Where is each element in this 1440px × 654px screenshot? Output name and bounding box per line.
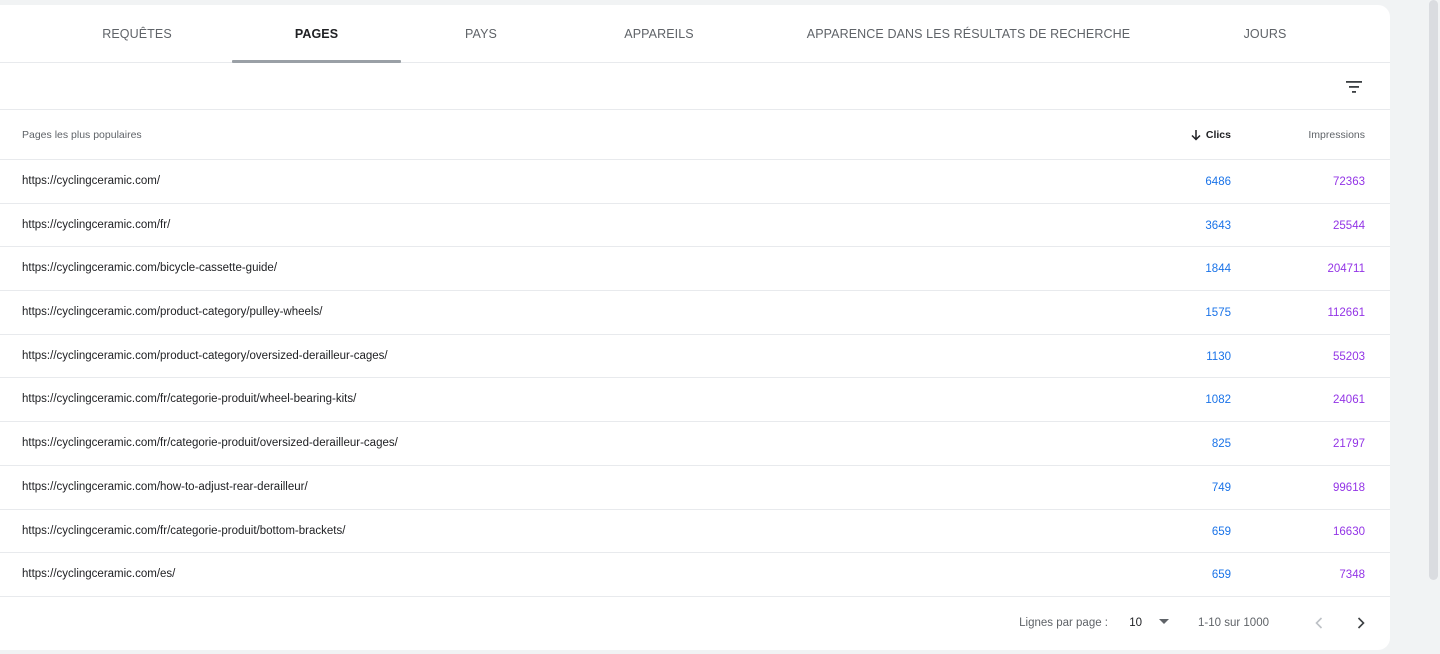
- table-row: https://cyclingceramic.com/how-to-adjust…: [0, 466, 1390, 510]
- table-row: https://cyclingceramic.com/product-categ…: [0, 335, 1390, 379]
- table-row: https://cyclingceramic.com/fr/categorie-…: [0, 510, 1390, 554]
- page-url[interactable]: https://cyclingceramic.com/es/: [22, 568, 175, 580]
- tab-jours[interactable]: JOURS: [1205, 5, 1325, 63]
- filter-list-icon: [1346, 81, 1362, 93]
- table-row: https://cyclingceramic.com/es/ 659 7348: [0, 553, 1390, 597]
- table-row: https://cyclingceramic.com/ 6486 72363: [0, 160, 1390, 204]
- page-url[interactable]: https://cyclingceramic.com/fr/categorie-…: [22, 393, 356, 405]
- impressions-value: 24061: [1333, 394, 1365, 407]
- impressions-value: 204711: [1327, 263, 1365, 276]
- impressions-value: 25544: [1333, 219, 1365, 232]
- pagination-footer: Lignes par page : 10 1-10 sur 1000: [0, 598, 1390, 650]
- chevron-right-icon: [1357, 617, 1365, 629]
- page-url[interactable]: https://cyclingceramic.com/product-categ…: [22, 306, 322, 318]
- scrollbar-thumb[interactable]: [1429, 0, 1438, 580]
- table-header: Pages les plus populaires Clics Impressi…: [0, 110, 1390, 160]
- page-url[interactable]: https://cyclingceramic.com/how-to-adjust…: [22, 481, 308, 493]
- arrow-down-icon: [1191, 129, 1201, 141]
- column-header-pages: Pages les plus populaires: [22, 129, 142, 141]
- page-url[interactable]: https://cyclingceramic.com/: [22, 175, 160, 187]
- impressions-value: 112661: [1327, 307, 1365, 320]
- clics-value: 659: [1211, 569, 1231, 582]
- dropdown-caret-icon[interactable]: [1159, 619, 1169, 624]
- clics-value: 1575: [1205, 307, 1231, 320]
- tab-bar: REQUÊTES PAGES PAYS APPAREILS APPARENCE …: [0, 5, 1390, 63]
- clics-value: 825: [1211, 438, 1231, 451]
- clics-value: 659: [1211, 525, 1231, 538]
- pagination-range: 1-10 sur 1000: [1198, 617, 1269, 629]
- table-row: https://cyclingceramic.com/fr/categorie-…: [0, 378, 1390, 423]
- rows-per-page-label: Lignes par page :: [1019, 617, 1108, 629]
- impressions-value: 7348: [1339, 569, 1365, 582]
- page-scrollbar[interactable]: [1426, 0, 1440, 654]
- tab-appareils[interactable]: APPAREILS: [584, 5, 734, 63]
- clics-value: 6486: [1205, 176, 1231, 188]
- previous-page-button[interactable]: [1306, 610, 1332, 636]
- tab-pays[interactable]: PAYS: [416, 5, 546, 63]
- table-row: https://cyclingceramic.com/bicycle-casse…: [0, 247, 1390, 292]
- performance-card: REQUÊTES PAGES PAYS APPAREILS APPARENCE …: [0, 5, 1390, 650]
- clics-value: 749: [1211, 481, 1231, 494]
- table-row: https://cyclingceramic.com/product-categ…: [0, 291, 1390, 335]
- impressions-value: 55203: [1333, 350, 1365, 363]
- table-row: https://cyclingceramic.com/fr/categorie-…: [0, 422, 1390, 466]
- clics-value: 1082: [1205, 394, 1231, 407]
- column-header-impressions[interactable]: Impressions: [1308, 129, 1365, 141]
- tab-pages[interactable]: PAGES: [232, 5, 401, 63]
- impressions-value: 99618: [1333, 481, 1365, 494]
- filter-row: [0, 63, 1390, 110]
- page-url[interactable]: https://cyclingceramic.com/fr/categorie-…: [22, 437, 398, 449]
- clics-value: 3643: [1205, 219, 1231, 232]
- page-url[interactable]: https://cyclingceramic.com/fr/: [22, 219, 170, 231]
- clics-value: 1130: [1206, 350, 1231, 363]
- page-url[interactable]: https://cyclingceramic.com/fr/categorie-…: [22, 525, 345, 537]
- table-body: https://cyclingceramic.com/ 6486 72363 h…: [0, 160, 1390, 597]
- chevron-left-icon: [1315, 617, 1323, 629]
- clics-value: 1844: [1205, 263, 1231, 276]
- column-header-clics-label: Clics: [1205, 129, 1231, 141]
- impressions-value: 21797: [1333, 438, 1365, 451]
- column-header-clics[interactable]: Clics: [1191, 129, 1231, 141]
- tab-apparence[interactable]: APPARENCE DANS LES RÉSULTATS DE RECHERCH…: [800, 5, 1137, 63]
- page-url[interactable]: https://cyclingceramic.com/bicycle-casse…: [22, 262, 277, 274]
- filter-button[interactable]: [1340, 73, 1368, 101]
- next-page-button[interactable]: [1348, 610, 1374, 636]
- table-row: https://cyclingceramic.com/fr/ 3643 2554…: [0, 204, 1390, 248]
- impressions-value: 16630: [1333, 525, 1365, 538]
- page-url[interactable]: https://cyclingceramic.com/product-categ…: [22, 350, 388, 362]
- rows-per-page-select[interactable]: 10: [1129, 617, 1142, 629]
- impressions-value: 72363: [1333, 176, 1365, 188]
- tab-requetes[interactable]: REQUÊTES: [72, 5, 202, 63]
